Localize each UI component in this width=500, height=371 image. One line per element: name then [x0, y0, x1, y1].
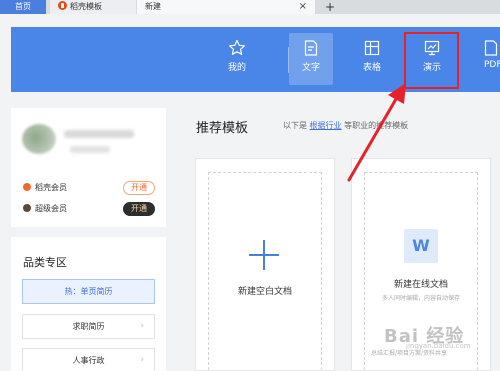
- new-online-document-label: 新建在线文档: [393, 280, 448, 290]
- category-item-job-resume[interactable]: 求职简历 ›: [22, 314, 155, 339]
- open-super-member-button[interactable]: 开通: [123, 202, 155, 216]
- daoke-logo-icon: [58, 1, 67, 10]
- new-blank-document-card[interactable]: [195, 158, 335, 371]
- category-item-single-resume[interactable]: 热：单页简历: [22, 279, 155, 304]
- chevron-right-icon: ›: [140, 321, 144, 331]
- tool-pdf[interactable]: PDF: [474, 33, 500, 85]
- tab-new[interactable]: 新建 ×: [137, 0, 315, 14]
- tab-bar: 首页 稻壳模板 新建 × +: [0, 0, 500, 14]
- highlight-box: [404, 32, 459, 89]
- word-online-icon: W: [404, 229, 438, 263]
- tab-daoke-label: 稻壳模板: [70, 2, 102, 11]
- star-icon: [229, 39, 245, 55]
- dashed-border: [208, 172, 322, 370]
- pdf-icon: [484, 40, 498, 56]
- tool-mine-label: 我的: [227, 63, 246, 73]
- tab-home[interactable]: 首页: [0, 0, 46, 14]
- member-row-daoke: 稻壳会员: [23, 181, 67, 195]
- close-tab-icon[interactable]: ×: [299, 0, 307, 14]
- chevron-right-icon: ›: [140, 355, 144, 365]
- recommend-subtitle: 以下是 根据行业 等职业的推荐模板: [283, 120, 408, 131]
- tool-spreadsheet-label: 表格: [362, 63, 381, 73]
- subtitle-prefix: 以下是: [283, 121, 307, 130]
- add-tab-button[interactable]: +: [320, 0, 340, 14]
- super-member-icon: [23, 204, 31, 212]
- username-blurred: [64, 130, 134, 138]
- document-icon: [304, 40, 318, 56]
- online-document-description: 多人同时编辑，内容自动保存: [381, 295, 460, 302]
- daoke-member-icon: [23, 183, 31, 191]
- tool-spreadsheet[interactable]: 表格: [350, 33, 394, 85]
- member-super-label: 超级会员: [35, 204, 67, 213]
- category-item-label: 求职简历: [72, 322, 105, 331]
- user-info-blurred: [70, 146, 110, 153]
- subtitle-suffix: 等职业的推荐模板: [344, 121, 409, 130]
- tab-new-label: 新建: [145, 2, 161, 11]
- tab-daoke-templates[interactable]: 稻壳模板: [50, 0, 136, 14]
- tool-text-label: 文字: [301, 63, 320, 73]
- new-blank-document-label: 新建空白文档: [237, 287, 292, 297]
- avatar[interactable]: [22, 124, 56, 154]
- tool-text[interactable]: 文字: [289, 33, 333, 85]
- category-item-label: 热：单页简历: [64, 287, 113, 296]
- category-item-hr-admin[interactable]: 人事行政 ›: [22, 348, 155, 371]
- member-daoke-label: 稻壳会员: [35, 183, 67, 192]
- member-row-super: 超级会员: [23, 202, 67, 216]
- tool-mine[interactable]: 我的: [215, 33, 259, 85]
- baidu-watermark-url: jingyan.baidu.com: [406, 342, 471, 350]
- plus-icon-bar: [249, 254, 279, 256]
- tool-pdf-label: PDF: [484, 60, 500, 70]
- table-icon: [364, 40, 380, 56]
- category-title: 品类专区: [23, 256, 67, 269]
- page-title: 推荐模板: [196, 121, 249, 136]
- industry-link[interactable]: 根据行业: [310, 121, 342, 130]
- open-daoke-member-button[interactable]: 开通: [123, 181, 155, 195]
- category-item-label: 人事行政: [72, 356, 105, 365]
